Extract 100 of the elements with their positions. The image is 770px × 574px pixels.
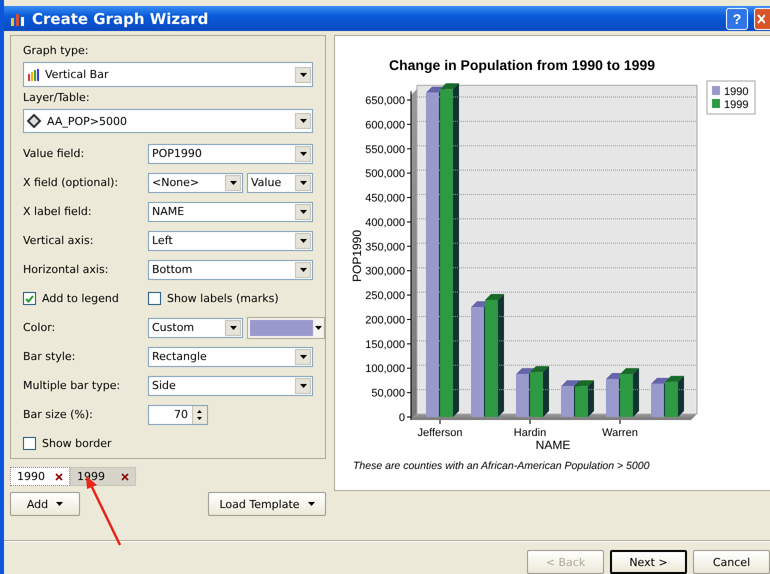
- y-tick-label: 450,000: [365, 192, 405, 205]
- close-icon: [121, 472, 129, 481]
- bar: [575, 386, 588, 418]
- y-tick-label: 100,000: [365, 363, 405, 376]
- bar: [561, 386, 574, 418]
- caret-icon: [300, 210, 306, 214]
- dropdown-button[interactable]: [295, 204, 311, 220]
- dropdown-field[interactable]: NAME: [148, 202, 313, 222]
- series-tab[interactable]: 1999: [70, 467, 136, 486]
- bar-chart-icon: [27, 68, 41, 80]
- window-title: Create Graph Wizard: [32, 10, 210, 28]
- y-tick-label: 600,000: [365, 120, 405, 132]
- caret-icon: [230, 180, 236, 185]
- field-label: Bar style:: [23, 350, 76, 364]
- bar: [606, 379, 619, 418]
- x-axis-title: NAME: [536, 438, 570, 452]
- y-tick-label: 300,000: [365, 266, 405, 278]
- y-axis-title: POP1990: [350, 230, 364, 282]
- dropdown-button[interactable]: [295, 174, 311, 191]
- dropdown-field[interactable]: Value: [247, 172, 313, 193]
- dropdown-field[interactable]: Left: [148, 230, 313, 251]
- dropdown-button[interactable]: [295, 232, 311, 249]
- checkbox[interactable]: Add to legend: [23, 292, 148, 306]
- dropdown-field[interactable]: Bottom: [148, 260, 313, 280]
- field-label: Vertical axis:: [23, 234, 94, 248]
- dropdown-field[interactable]: <None>: [148, 172, 243, 193]
- y-tick-label: 500,000: [365, 168, 405, 180]
- x-tick-label: Warren: [602, 427, 638, 440]
- dropdown-button[interactable]: [295, 113, 311, 129]
- field-label: Color:: [23, 321, 56, 334]
- close-button[interactable]: [754, 8, 770, 30]
- close-icon: [55, 472, 63, 481]
- bar: [516, 374, 529, 418]
- field-label: X field (optional):: [23, 176, 120, 190]
- dropdown-field[interactable]: Side: [148, 376, 313, 396]
- dropdown-button[interactable]: [225, 320, 241, 336]
- bar-chart-icon: [10, 12, 26, 26]
- caret-icon: [300, 384, 306, 388]
- load-template-button[interactable]: Load Template: [208, 492, 326, 516]
- number-spinner[interactable]: 70: [148, 404, 208, 425]
- bar: [530, 372, 543, 418]
- field-label: Graph type:: [23, 44, 90, 58]
- caret-icon: [56, 502, 64, 506]
- caret-icon: [300, 354, 306, 359]
- close-icon: [755, 12, 765, 25]
- dropdown-button[interactable]: [295, 262, 311, 278]
- dropdown-field[interactable]: AA_POP>5000: [23, 108, 313, 134]
- help-button[interactable]: ?: [726, 8, 748, 30]
- dropdown-field[interactable]: Custom: [148, 318, 243, 338]
- y-tick-label: 550,000: [365, 144, 405, 156]
- series-tab[interactable]: 1990: [10, 467, 70, 486]
- wizard-button[interactable]: Next >: [610, 550, 687, 574]
- add-button[interactable]: Add: [10, 492, 80, 516]
- y-tick-label: 350,000: [365, 242, 405, 254]
- caret-icon: [300, 152, 306, 156]
- caret-icon: [300, 119, 306, 123]
- caret-icon: [300, 180, 306, 185]
- field-label: Multiple bar type:: [23, 379, 122, 392]
- caret-icon: [230, 326, 236, 330]
- y-tick-label: 150,000: [365, 339, 405, 352]
- dropdown-button[interactable]: [295, 378, 311, 394]
- caret-icon: [300, 268, 306, 272]
- legend-label: 1990: [724, 86, 748, 98]
- caret-icon: [315, 326, 322, 330]
- field-label: Bar size (%):: [23, 408, 94, 422]
- x-tick-label: Hardin: [514, 427, 546, 440]
- bar: [665, 382, 678, 418]
- dropdown-button[interactable]: [295, 348, 311, 365]
- layer-icon: [27, 114, 43, 128]
- y-tick-label: 250,000: [365, 290, 405, 302]
- checkbox[interactable]: Show labels (marks): [148, 292, 279, 306]
- caret-icon: [300, 238, 306, 243]
- checkbox[interactable]: Show border: [23, 437, 112, 450]
- chart-title: Change in Population from 1990 to 1999: [388, 57, 656, 74]
- legend-box: [706, 80, 756, 115]
- y-tick-label: 650,000: [365, 95, 405, 108]
- y-tick-label: 0: [398, 412, 405, 424]
- y-tick-label: 200,000: [365, 314, 405, 327]
- caret-icon: [308, 502, 315, 506]
- dropdown-field[interactable]: POP1990: [148, 144, 313, 164]
- y-tick-label: 400,000: [365, 217, 405, 230]
- field-label: X label field:: [23, 205, 93, 218]
- legend-label: 1999: [724, 99, 748, 112]
- check-icon: [25, 294, 34, 303]
- field-label: Layer/Table:: [23, 90, 91, 105]
- dropdown-field[interactable]: Vertical Bar: [23, 62, 313, 87]
- bar: [651, 384, 664, 418]
- dropdown-button[interactable]: [225, 174, 241, 191]
- field-label: Value field:: [23, 147, 86, 160]
- wizard-button[interactable]: Cancel: [693, 550, 770, 574]
- x-tick-label: Jefferson: [417, 427, 463, 440]
- y-tick-label: 50,000: [371, 388, 405, 400]
- caret-icon: [300, 72, 306, 76]
- bar: [620, 374, 633, 418]
- color-picker[interactable]: [247, 316, 325, 339]
- dropdown-button[interactable]: [295, 146, 311, 162]
- chart-caption: These are counties with an African-American Population > 5000: [353, 460, 650, 472]
- dropdown-button[interactable]: [295, 66, 311, 82]
- dropdown-field[interactable]: Rectangle: [148, 346, 313, 367]
- field-label: Horizontal axis:: [23, 263, 110, 276]
